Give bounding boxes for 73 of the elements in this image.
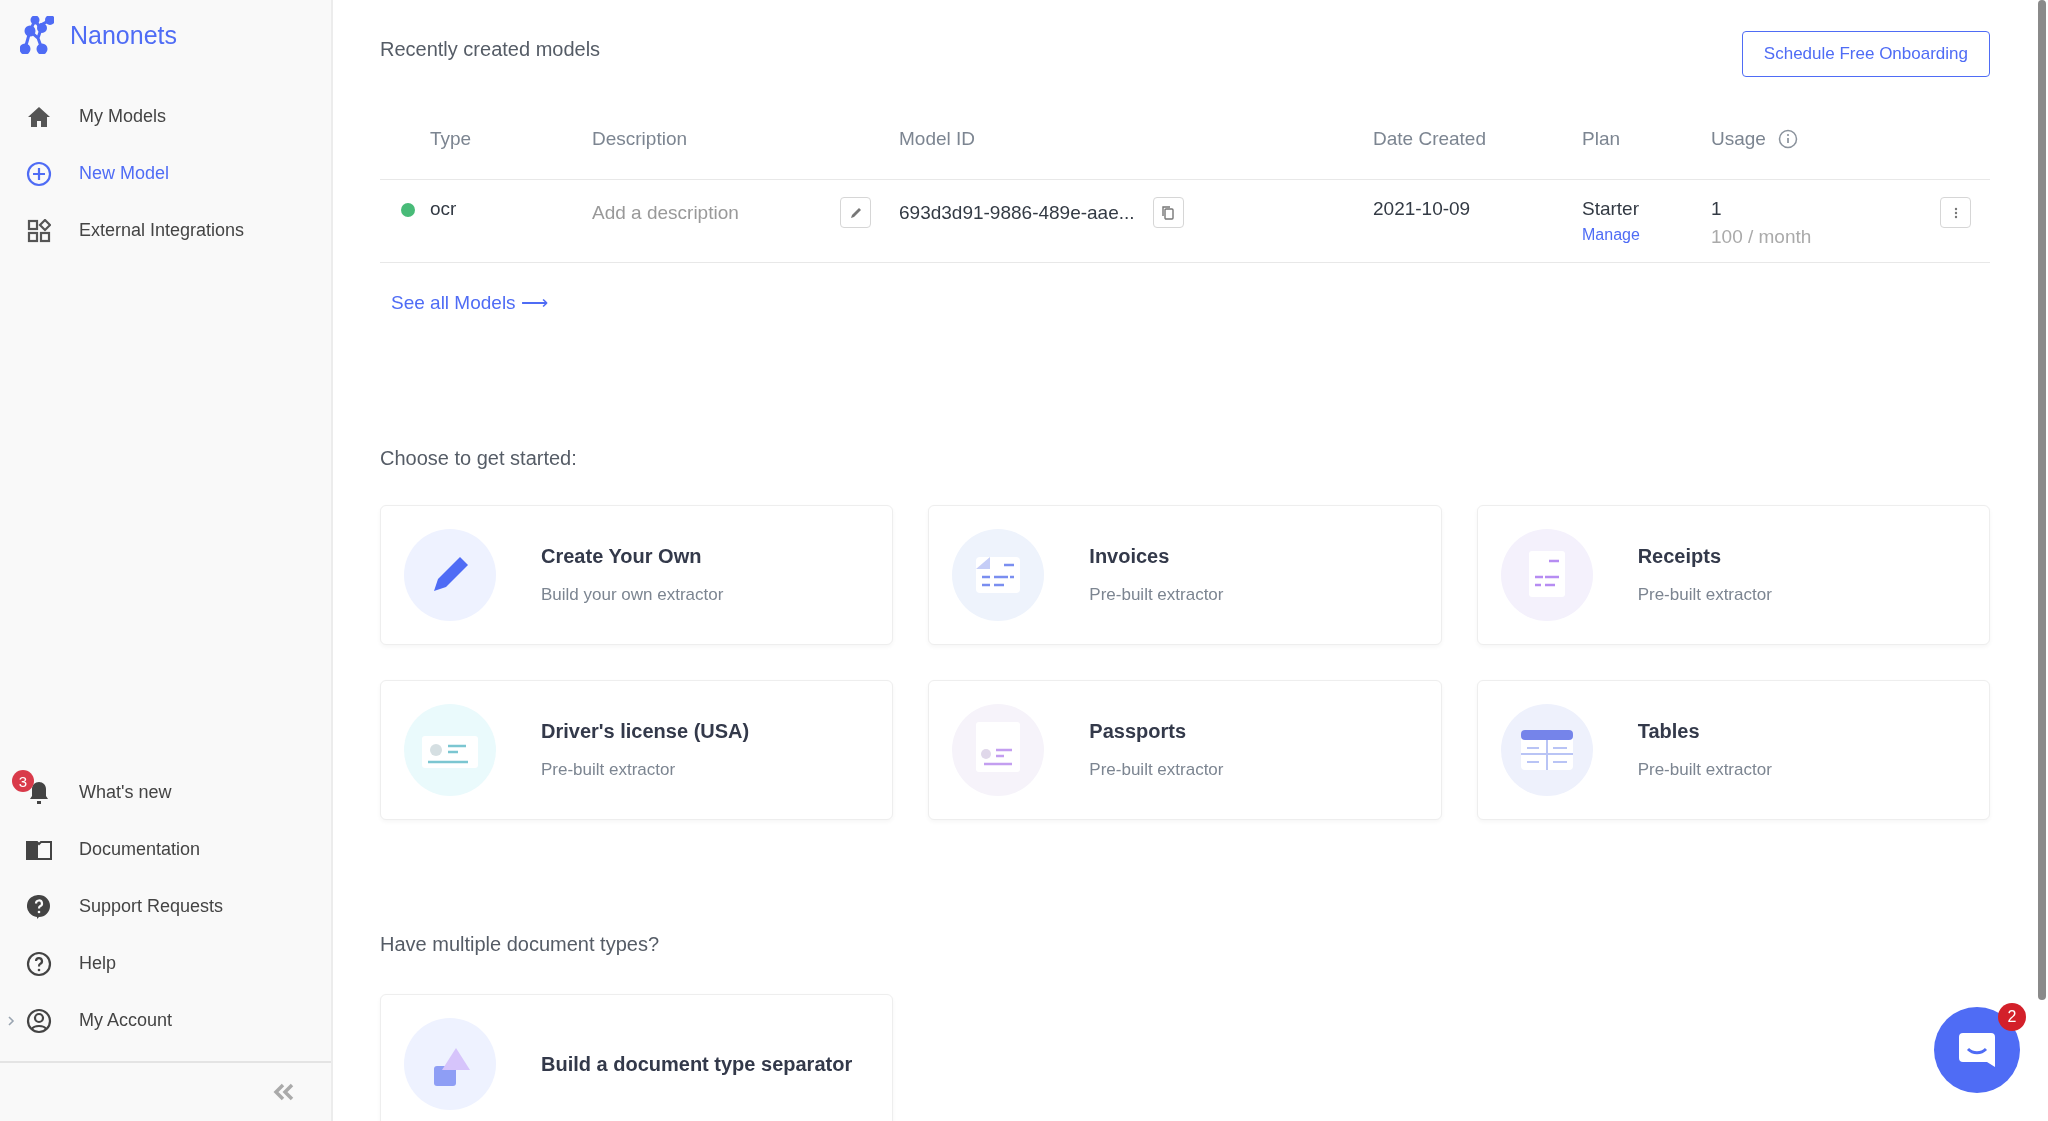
logo-icon <box>20 16 54 54</box>
card-title: Invoices <box>1089 545 1171 568</box>
extractor-card[interactable]: Receipts Pre-built extractor <box>1476 505 1990 645</box>
passport-icon <box>952 704 1045 796</box>
shapes-icon <box>404 1018 496 1110</box>
table-cell: ocr <box>430 197 457 221</box>
sidebar-item[interactable]: My Account <box>0 992 331 1049</box>
pencil-icon <box>404 529 496 621</box>
more-icon <box>1953 206 1958 219</box>
manage-link[interactable]: Manage <box>1582 226 1711 244</box>
column-header: Usage <box>1711 128 1798 150</box>
sidebar-item[interactable]: My Models <box>0 88 331 145</box>
table-cell: 693d3d91-9886-489e-aae... <box>899 200 1135 225</box>
column-header: Date Created <box>1373 128 1486 150</box>
card-subtitle: Pre-built extractor <box>541 760 677 780</box>
column-header: Description <box>592 128 688 150</box>
edit-button[interactable] <box>840 197 871 228</box>
user-circle-icon <box>26 1007 52 1034</box>
description-field[interactable]: Add a description <box>592 201 822 224</box>
extractor-card[interactable]: Invoices Pre-built extractor <box>928 505 1442 645</box>
card-subtitle: Pre-built extractor <box>1089 585 1224 605</box>
table-cell-text: Starter <box>1582 197 1641 221</box>
extractor-card[interactable]: Driver's license (USA) Pre-built extractor <box>380 680 894 820</box>
table-icon <box>1500 704 1593 796</box>
notification-badge: 2 <box>1998 1003 2026 1031</box>
extractor-card[interactable]: Create Your Own Build your own extractor <box>380 505 894 645</box>
more-button[interactable] <box>1940 197 1971 228</box>
card-title: Build a document type separator <box>541 1052 853 1076</box>
receipt-icon <box>1500 529 1593 621</box>
id-card-icon <box>404 704 496 796</box>
card-title: Driver's license (USA) <box>541 720 750 743</box>
card-title: Create Your Own <box>541 545 703 568</box>
sidebar-item[interactable]: Help <box>0 935 331 992</box>
card-subtitle: Build your own extractor <box>541 585 724 605</box>
grid-icon <box>26 217 52 244</box>
invoice-icon <box>952 529 1045 621</box>
section-title: Have multiple document types? <box>380 933 661 956</box>
column-header: Type <box>430 128 472 150</box>
sidebar-item[interactable]: New Model <box>0 145 331 202</box>
sidebar-item[interactable]: External Integrations <box>0 202 331 259</box>
pencil-icon <box>848 205 863 220</box>
onboarding-button[interactable]: Schedule Free Onboarding <box>1741 31 1990 77</box>
card-subtitle: Pre-built extractor <box>1637 585 1772 605</box>
card-subtitle: Pre-built extractor <box>1637 760 1772 780</box>
card-title: Tables <box>1637 720 1701 743</box>
sidebar-item[interactable]: Support Requests <box>0 878 331 935</box>
table-cell: 2021-10-09 <box>1373 197 1471 221</box>
plus-circle-icon <box>26 160 52 187</box>
separator-card[interactable]: Build a document type separator <box>380 994 894 1121</box>
notification-badge: 3 <box>12 770 34 792</box>
chat-icon <box>1957 1031 1997 1069</box>
extractor-card[interactable]: Tables Pre-built extractor <box>1476 680 1990 820</box>
card-subtitle: Pre-built extractor <box>1089 760 1224 780</box>
column-header: Plan <box>1582 128 1621 150</box>
scrollbar[interactable] <box>2038 0 2046 1000</box>
sidebar-item[interactable]: 3 What's new <box>0 764 331 821</box>
table-cell-text: 1 <box>1711 197 1723 221</box>
card-title: Receipts <box>1637 545 1723 568</box>
see-all-link[interactable]: See all Models ⟶ <box>391 291 548 314</box>
question-bubble-icon <box>26 893 52 920</box>
section-title: Choose to get started: <box>380 447 578 470</box>
brand-name: Nanonets <box>70 20 178 50</box>
info-icon[interactable] <box>1777 129 1798 149</box>
column-header: Model ID <box>899 128 976 150</box>
copy-button[interactable] <box>1152 197 1184 228</box>
sidebar-item[interactable]: Documentation <box>0 821 331 878</box>
collapse-icon[interactable] <box>273 1083 295 1101</box>
usage-limit: 100 / month <box>1711 226 1813 248</box>
copy-icon <box>1161 204 1176 221</box>
card-title: Passports <box>1089 720 1188 743</box>
help-icon <box>26 950 52 977</box>
section-title: Recently created models <box>380 38 601 61</box>
extractor-card[interactable]: Passports Pre-built extractor <box>928 680 1442 820</box>
